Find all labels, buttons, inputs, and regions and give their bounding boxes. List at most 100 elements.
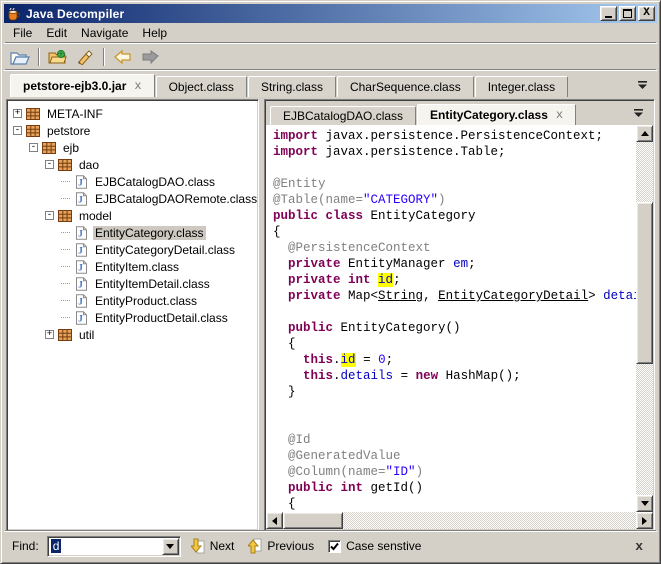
editor-tab-entitycategory-class[interactable]: EntityCategory.classx: [417, 104, 576, 125]
scroll-up-button[interactable]: [636, 125, 653, 142]
find-close-button[interactable]: x: [629, 539, 649, 554]
tree-item-model[interactable]: - model: [11, 207, 256, 224]
code-line: import javax.persistence.PersistenceCont…: [273, 128, 636, 144]
tree-item-label: EJBCatalogDAO.class: [93, 175, 217, 189]
vertical-scrollbar[interactable]: [636, 125, 653, 512]
tree-toggle-icon[interactable]: -: [29, 143, 38, 152]
tree-item-entityproductdetail-class[interactable]: JEntityProductDetail.class: [11, 309, 256, 326]
java-class-icon: J: [73, 175, 89, 189]
horizontal-scroll-track[interactable]: [283, 512, 636, 529]
menu-item-navigate[interactable]: Navigate: [74, 24, 135, 42]
tree-item-petstore[interactable]: -petstore: [11, 122, 256, 139]
open-file-button[interactable]: [8, 46, 32, 68]
tree-item-entityitem-class[interactable]: J EntityItem.class: [11, 258, 256, 275]
code-line: private EntityManager em;: [273, 256, 636, 272]
vertical-scroll-track[interactable]: [636, 142, 653, 495]
java-class-icon: J: [73, 243, 89, 257]
package-tree-panel[interactable]: +META-INF-petstore-ejb-daoJEJBCatalogDAO…: [6, 99, 259, 531]
tree-toggle-icon[interactable]: -: [45, 160, 54, 169]
arrow-left-icon: [272, 517, 277, 525]
find-input[interactable]: d: [48, 537, 161, 556]
tree-item-ejbcatalogdao-class[interactable]: J EJBCatalogDAO.class: [11, 173, 256, 190]
tree-toggle-icon[interactable]: +: [45, 330, 54, 339]
tree-connector: [61, 198, 70, 199]
menu-bar: FileEditNavigateHelp: [4, 23, 657, 43]
close-button[interactable]: X: [638, 6, 655, 21]
package-icon: [57, 209, 73, 223]
title-bar[interactable]: Java Decompiler X: [4, 4, 657, 23]
tree-item-label: model: [77, 209, 114, 223]
tree-item-label: EntityItem.class: [93, 260, 181, 274]
find-previous-button[interactable]: Previous: [244, 536, 318, 556]
tree-item-label: EntityProduct.class: [93, 294, 199, 308]
horizontal-scroll-thumb[interactable]: [283, 512, 343, 529]
tree-toggle-icon[interactable]: +: [13, 109, 22, 118]
tree-toggle-icon[interactable]: -: [45, 211, 54, 220]
case-sensitive-label: Case senstive: [346, 539, 421, 553]
tab-integer-class[interactable]: Integer.class: [475, 76, 568, 97]
editor-tab-ejbcatalogdao-class[interactable]: EJBCatalogDAO.class: [270, 106, 416, 125]
source-code-view[interactable]: import javax.persistence.PersistenceCont…: [266, 125, 636, 512]
package-icon: [25, 124, 41, 138]
tab-object-class[interactable]: Object.class: [156, 76, 247, 97]
find-bar: Find: d Next Previous Case: [4, 531, 657, 560]
tree-item-entitycategorydetail-class[interactable]: JEntityCategoryDetail.class: [11, 241, 256, 258]
find-next-button[interactable]: Next: [187, 536, 239, 556]
code-line: @PersistenceContext: [273, 240, 636, 256]
vertical-scroll-thumb[interactable]: [636, 202, 653, 364]
app-window: Java Decompiler X FileEditNavigateHelp: [0, 0, 661, 564]
scroll-left-button[interactable]: [266, 512, 283, 529]
code-line: private Map<String, EntityCategoryDetail…: [273, 288, 636, 304]
tree-item-entityproduct-class[interactable]: JEntityProduct.class: [11, 292, 256, 309]
tab-label: petstore-ejb3.0.jar: [23, 79, 126, 93]
tree-item-meta-inf[interactable]: +META-INF: [11, 105, 256, 122]
menu-item-edit[interactable]: Edit: [39, 24, 74, 42]
scroll-right-button[interactable]: [636, 512, 653, 529]
next-arrow-icon: [191, 538, 205, 554]
tab-string-class[interactable]: String.class: [248, 76, 336, 97]
tree-item-util[interactable]: + util: [11, 326, 256, 343]
tab-close-icon[interactable]: x: [134, 79, 141, 93]
open-file-icon: [10, 49, 30, 65]
search-button[interactable]: [73, 46, 97, 68]
back-button[interactable]: [111, 46, 135, 68]
menu-item-help[interactable]: Help: [135, 24, 174, 42]
scroll-down-button[interactable]: [636, 495, 653, 512]
tree-item-dao[interactable]: -dao: [11, 156, 256, 173]
editor-tab-list-dropdown-button[interactable]: [631, 107, 645, 119]
code-line: {: [273, 224, 636, 240]
close-icon: X: [643, 8, 650, 19]
case-sensitive-checkbox[interactable]: [328, 540, 341, 553]
svg-text:J: J: [78, 279, 83, 289]
maximize-button[interactable]: [619, 6, 636, 21]
open-type-button[interactable]: [46, 46, 70, 68]
tree-connector: [61, 181, 70, 182]
tree-item-entityitemdetail-class[interactable]: JEntityItemDetail.class: [11, 275, 256, 292]
tab-list-dropdown-button[interactable]: [635, 79, 649, 91]
code-line: public class EntityCategory: [273, 208, 636, 224]
tab-close-icon[interactable]: x: [556, 108, 563, 122]
java-class-icon: J: [73, 277, 89, 291]
chevron-down-icon: [638, 81, 647, 89]
tab-charsequence-class[interactable]: CharSequence.class: [337, 76, 474, 97]
svg-text:J: J: [78, 262, 83, 272]
tree-item-label: util: [77, 328, 96, 342]
find-dropdown-button[interactable]: [162, 538, 179, 555]
code-line: @Column(name="ID"): [273, 464, 636, 480]
tree-toggle-icon[interactable]: -: [13, 126, 22, 135]
tree-item-ejb[interactable]: -ejb: [11, 139, 256, 156]
find-combobox[interactable]: d: [47, 536, 181, 557]
menu-item-file[interactable]: File: [6, 24, 39, 42]
case-sensitive-toggle[interactable]: Case senstive: [324, 537, 425, 555]
tab-petstore-ejb3-0-jar[interactable]: petstore-ejb3.0.jar x: [10, 74, 155, 97]
horizontal-scrollbar[interactable]: [266, 512, 653, 529]
toolbar-separator: [103, 48, 105, 66]
minimize-button[interactable]: [600, 6, 617, 21]
svg-text:J: J: [78, 177, 83, 187]
tree-item-entitycategory-class[interactable]: JEntityCategory.class: [11, 224, 256, 241]
toolbar-separator: [38, 48, 40, 66]
tree-item-ejbcatalogdaoremote-class[interactable]: JEJBCatalogDAORemote.class: [11, 190, 256, 207]
forward-button[interactable]: [138, 46, 162, 68]
package-icon: [57, 328, 73, 342]
tree-item-label: EntityProductDetail.class: [93, 311, 230, 325]
